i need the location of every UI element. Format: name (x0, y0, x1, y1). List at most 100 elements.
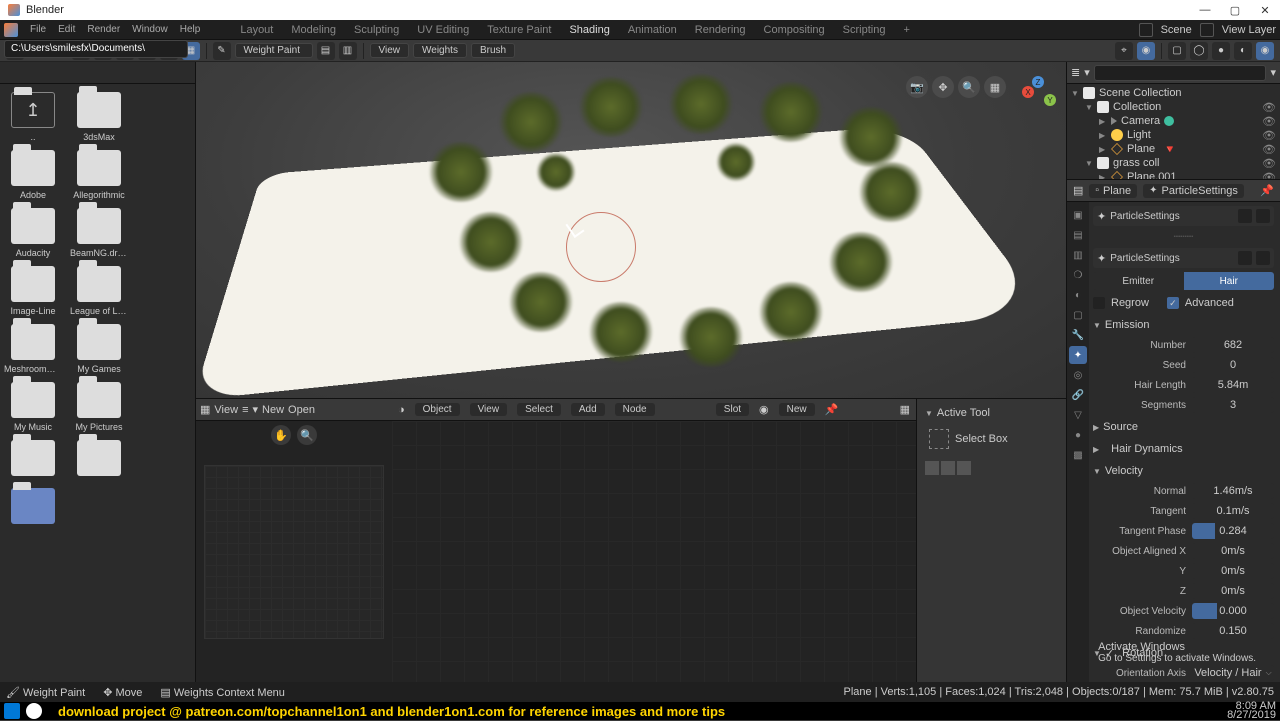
outliner-grasscoll[interactable]: ▼grass coll👁 (1071, 156, 1276, 170)
fb-item-1[interactable]: 3dsMax (70, 92, 128, 142)
viewlayer-icon[interactable] (1200, 23, 1214, 37)
shader-world-icon[interactable]: ◉ (759, 403, 769, 416)
ws-sculpting[interactable]: Sculpting (346, 24, 407, 36)
shader-mode[interactable]: Object (415, 403, 460, 416)
vp-camera-icon[interactable]: 📷 (906, 76, 928, 98)
ws-scripting[interactable]: Scripting (835, 24, 894, 36)
img-new-btn[interactable]: New (262, 404, 284, 416)
ws-layout[interactable]: Layout (232, 24, 281, 36)
img-link-icon[interactable]: ▾ (252, 403, 258, 416)
hairlen-field[interactable]: 5.84m (1192, 377, 1274, 393)
fb-item-14[interactable] (4, 488, 62, 528)
shader-select[interactable]: Select (517, 403, 561, 416)
shader-pin-icon[interactable]: 📌 (825, 403, 839, 416)
img-zoom-icon[interactable]: 🔍 (297, 425, 317, 445)
tab-output[interactable]: ▤ (1069, 226, 1087, 244)
fb-item-8[interactable]: MeshroomCa... (4, 324, 62, 374)
particle-settings-link[interactable]: ✦ParticleSettings (1093, 248, 1274, 268)
fb-item-0[interactable]: ↥.. (4, 92, 62, 142)
mask-icon[interactable]: ▤ (317, 42, 335, 60)
img-pan-icon[interactable]: ✋ (271, 425, 291, 445)
fb-item-2[interactable]: Adobe (4, 150, 62, 200)
cortana-icon[interactable] (26, 703, 42, 719)
emitter-btn[interactable]: Emitter (1093, 272, 1184, 290)
menu-edit[interactable]: Edit (58, 24, 75, 35)
orientaxis-field[interactable]: Velocity / Hair (1192, 665, 1274, 681)
fb-item-11[interactable]: My Pictures (70, 382, 128, 432)
hairdyn-header[interactable]: Hair Dynamics (1093, 440, 1274, 458)
number-field[interactable]: 682 (1192, 337, 1274, 353)
menu-window[interactable]: Window (132, 24, 168, 35)
oaz-field[interactable]: 0m/s (1192, 583, 1274, 599)
tab-render[interactable]: ▣ (1069, 206, 1087, 224)
fb-item-6[interactable]: Image-Line (4, 266, 62, 316)
vp-ortho-icon[interactable]: ▦ (984, 76, 1006, 98)
menu-help[interactable]: Help (180, 24, 201, 35)
ws-add[interactable]: + (895, 24, 917, 36)
shade-mat-icon[interactable]: ◐ (1234, 42, 1252, 60)
tab-constraint[interactable]: 🔗 (1069, 386, 1087, 404)
regrow-check[interactable] (1093, 297, 1105, 309)
blender-menu-icon[interactable] (4, 23, 18, 37)
palette-1[interactable] (925, 461, 939, 475)
rotation-header[interactable]: ✓Rotation (1093, 644, 1274, 662)
velocity-header[interactable]: Velocity (1093, 462, 1274, 480)
advanced-check[interactable]: ✓ (1167, 297, 1179, 309)
tab-material[interactable]: ● (1069, 426, 1087, 444)
shade-render-icon[interactable]: ◉ (1256, 42, 1274, 60)
outliner-light[interactable]: ▶Light👁 (1071, 128, 1276, 142)
vp-brush-menu[interactable]: Brush (471, 43, 515, 58)
shader-add[interactable]: Add (571, 403, 605, 416)
ws-modeling[interactable]: Modeling (283, 24, 344, 36)
vp-weights-menu[interactable]: Weights (413, 43, 467, 58)
shade-solid-icon[interactable]: ● (1212, 42, 1230, 60)
outliner-plane[interactable]: ▶Plane🔻👁 (1071, 142, 1276, 156)
props-object-chip[interactable]: ▫ Plane (1089, 184, 1137, 198)
shader-new[interactable]: New (779, 403, 815, 416)
maximize-button[interactable]: ▢ (1228, 4, 1242, 17)
gizmo-toggle-icon[interactable]: ⌖ (1115, 42, 1133, 60)
tab-particles[interactable]: ✦ (1069, 346, 1087, 364)
fb-item-5[interactable]: BeamNG.drive (70, 208, 128, 258)
shader-view[interactable]: View (470, 403, 508, 416)
particle-system-item[interactable]: ✦ParticleSettings (1093, 206, 1274, 226)
oax-field[interactable]: 0m/s (1192, 543, 1274, 559)
mode-icon[interactable]: ✎ (213, 42, 231, 60)
tab-physics[interactable]: ◎ (1069, 366, 1087, 384)
ws-texpaint[interactable]: Texture Paint (479, 24, 559, 36)
fb-item-9[interactable]: My Games (70, 324, 128, 374)
overlay-toggle-icon[interactable]: ◉ (1137, 42, 1155, 60)
ws-compositing[interactable]: Compositing (756, 24, 833, 36)
vp-zoom-icon[interactable]: 🔍 (958, 76, 980, 98)
ps-list-btn2[interactable] (1256, 209, 1270, 223)
fb-item-13[interactable] (70, 440, 128, 480)
outliner-root[interactable]: ▼Scene Collection (1071, 86, 1276, 100)
ws-uv[interactable]: UV Editing (409, 24, 477, 36)
ws-shading[interactable]: Shading (561, 24, 617, 36)
tangentphase-field[interactable]: 0.284 (1192, 523, 1274, 539)
file-path-field[interactable]: C:\Users\smilesfx\Documents\ (4, 40, 188, 58)
outliner-filter-icon[interactable]: ▾ (1270, 66, 1276, 79)
shader-type-icon[interactable]: ◑ (398, 404, 405, 416)
menu-render[interactable]: Render (87, 24, 120, 35)
tangent-field[interactable]: 0.1m/s (1192, 503, 1274, 519)
outliner-camera[interactable]: ▶Camera👁 (1071, 114, 1276, 128)
xray-icon[interactable]: ▢ (1168, 42, 1186, 60)
palette-2[interactable] (941, 461, 955, 475)
nav-gizmo[interactable]: X Y Z (1022, 76, 1056, 110)
minimize-button[interactable]: — (1198, 4, 1212, 16)
node-canvas[interactable] (392, 421, 916, 682)
outliner-type-icon[interactable]: ≣ (1071, 66, 1080, 79)
source-header[interactable]: Source (1093, 418, 1274, 436)
outliner-collection[interactable]: ▼Collection👁 (1071, 100, 1276, 114)
close-button[interactable]: ✕ (1258, 4, 1272, 17)
fb-item-12[interactable] (4, 440, 62, 480)
shader-node[interactable]: Node (615, 403, 655, 416)
ps-list-btn1[interactable] (1238, 209, 1252, 223)
scene-icon[interactable] (1139, 23, 1153, 37)
oay-field[interactable]: 0m/s (1192, 563, 1274, 579)
palette-3[interactable] (957, 461, 971, 475)
tab-scene[interactable]: ❍ (1069, 266, 1087, 284)
seed-field[interactable]: 0 (1192, 357, 1274, 373)
vp-view-menu[interactable]: View (370, 43, 410, 58)
